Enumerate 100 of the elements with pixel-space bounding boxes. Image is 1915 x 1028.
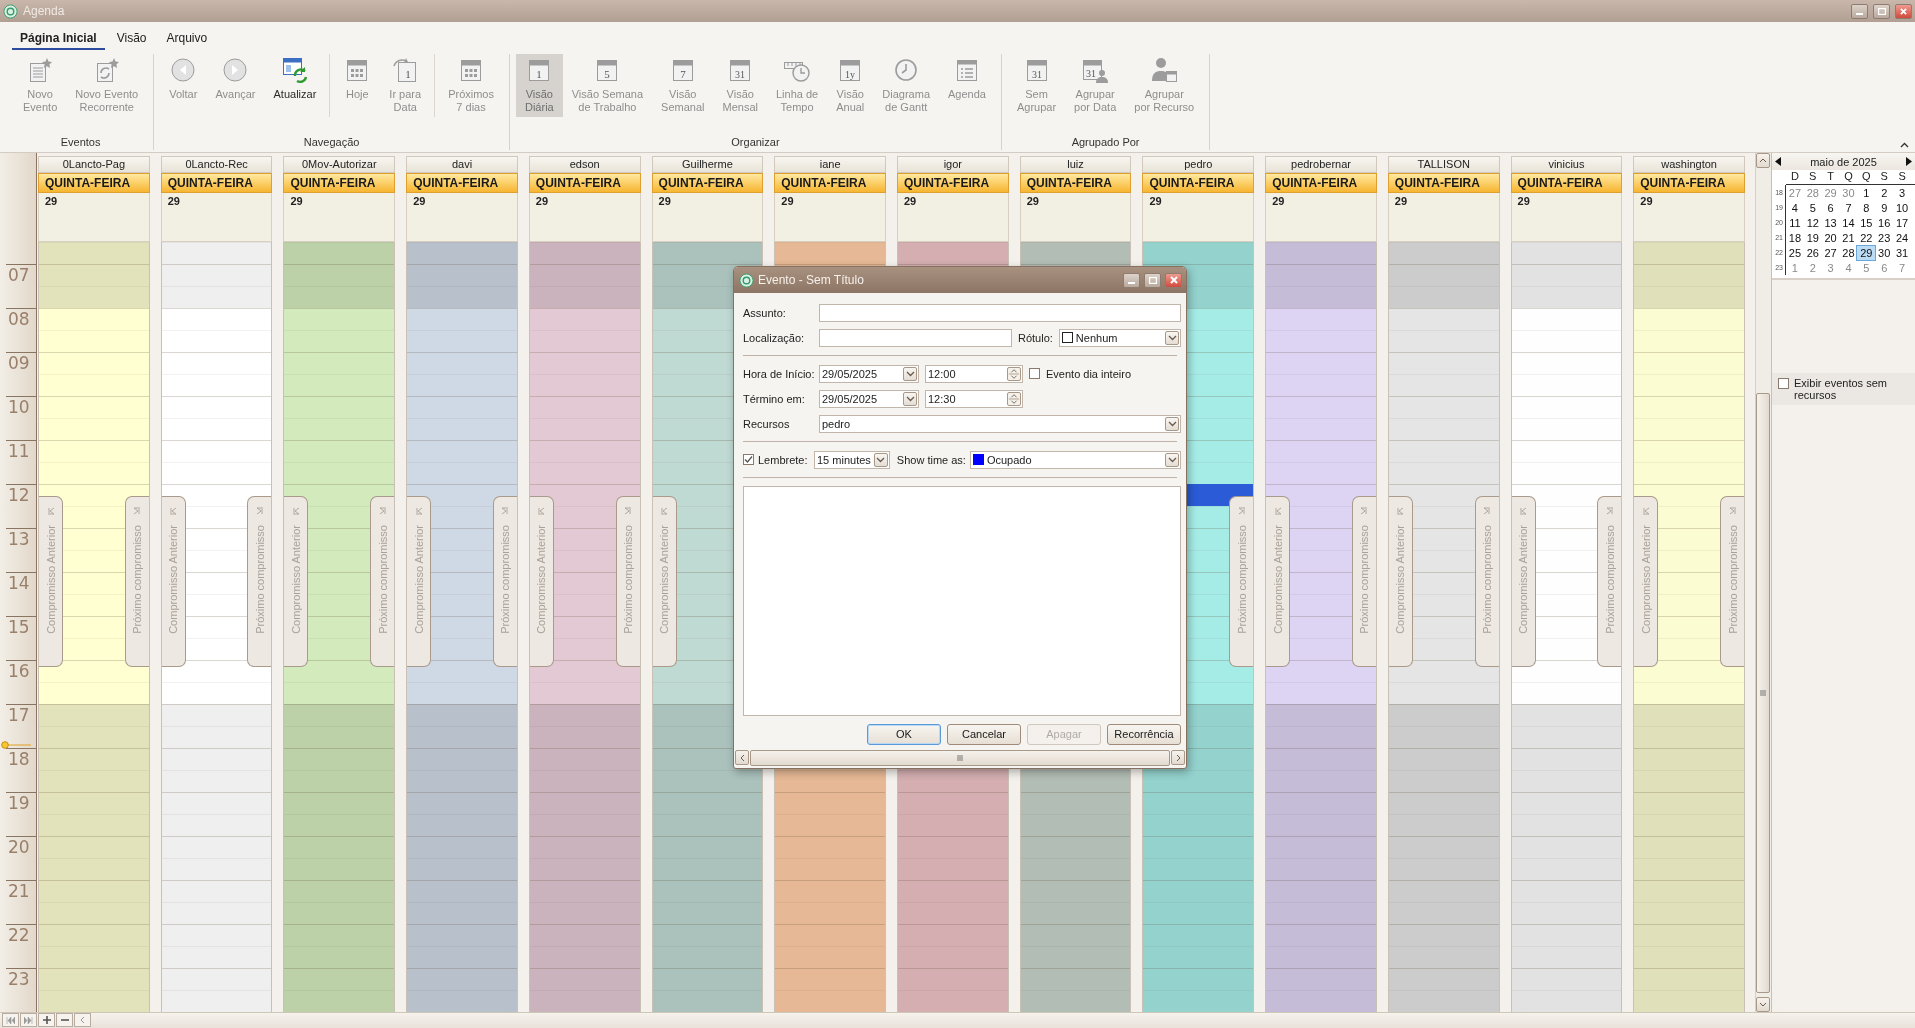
checkbox[interactable] (1778, 378, 1789, 389)
input-field[interactable] (819, 303, 1181, 322)
calendar-day[interactable]: 18 (1786, 230, 1804, 245)
calendar-day[interactable]: 17 (1893, 215, 1911, 230)
toolbar-button[interactable]: Atualizar (264, 54, 326, 104)
resource-header[interactable]: 0Lancto-Rec (160, 156, 273, 173)
resource-header[interactable]: Guilherme (651, 156, 764, 173)
last-page-button[interactable] (20, 1013, 37, 1027)
resource-header[interactable]: vinicius (1510, 156, 1623, 173)
close-button[interactable] (1165, 272, 1182, 288)
dropdown-button[interactable] (1165, 452, 1179, 467)
calendar-day[interactable]: 2 (1803, 260, 1822, 275)
dialog-button[interactable]: Recorrência (1107, 723, 1181, 745)
calendar-day[interactable]: 3 (1821, 260, 1840, 275)
resource-header[interactable]: 0Mov-Autorizar (283, 156, 396, 173)
calendar-day[interactable]: 23 (1875, 230, 1894, 245)
calendar-day[interactable]: 1 (1857, 185, 1876, 200)
calendar-day[interactable]: 16 (1875, 215, 1894, 230)
resource-header[interactable]: davi (406, 156, 518, 173)
first-page-button[interactable] (2, 1013, 19, 1027)
resource-header[interactable]: TALLISON (1387, 156, 1500, 173)
calendar-day[interactable]: 27 (1786, 185, 1804, 200)
ribbon-tab[interactable]: Visão (108, 31, 155, 50)
dropdown-button[interactable] (873, 452, 888, 467)
scroll-left-button[interactable] (735, 750, 749, 765)
calendar-day[interactable]: 2 (1875, 185, 1894, 200)
resource-header[interactable]: luiz (1019, 156, 1132, 173)
calendar-day[interactable]: 28 (1803, 185, 1822, 200)
resource-header[interactable]: iane (774, 156, 886, 173)
resource-header[interactable]: washington (1633, 156, 1745, 173)
input-field[interactable] (819, 328, 1012, 347)
next-month-icon[interactable] (1906, 157, 1912, 166)
dropdown-button[interactable] (903, 366, 917, 381)
date-field[interactable]: 29/05/2025 (819, 364, 919, 383)
calendar-day[interactable]: 7 (1893, 260, 1911, 275)
maximize-button[interactable] (1873, 3, 1890, 19)
calendar-day[interactable]: 22 (1857, 230, 1876, 245)
scroll-up-button[interactable] (1756, 153, 1770, 168)
resource-header[interactable]: igor (897, 156, 1009, 173)
calendar-day[interactable]: 21 (1839, 230, 1858, 245)
zoom-in-button[interactable] (38, 1013, 55, 1027)
calendar-day[interactable]: 7 (1839, 200, 1858, 215)
calendar-day[interactable]: 29 (1821, 185, 1840, 200)
scrollbar-thumb[interactable] (750, 750, 1170, 766)
calendar-day[interactable]: 5 (1803, 200, 1822, 215)
zoom-out-button[interactable] (56, 1013, 73, 1027)
spinner-icon[interactable] (1007, 391, 1021, 406)
scrollbar-thumb[interactable] (1756, 393, 1770, 993)
dropdown-field[interactable]: Nenhum (1058, 328, 1181, 347)
calendar-day[interactable]: 6 (1875, 260, 1894, 275)
collapse-ribbon-icon[interactable] (1900, 142, 1909, 148)
calendar-day[interactable]: 8 (1857, 200, 1876, 215)
notes-field[interactable] (743, 486, 1181, 716)
scroll-right-button[interactable] (1171, 750, 1185, 765)
calendar-day[interactable]: 30 (1839, 185, 1858, 200)
calendar-day[interactable]: 30 (1875, 245, 1894, 260)
resource-header[interactable]: pedrobernar (1265, 156, 1377, 173)
scroll-left-button[interactable] (74, 1013, 91, 1027)
calendar-day[interactable]: 13 (1821, 215, 1840, 230)
scroll-down-button[interactable] (1756, 997, 1770, 1012)
calendar-day[interactable]: 29 (1857, 245, 1876, 260)
checkbox[interactable] (743, 454, 754, 465)
calendar-day[interactable]: 19 (1803, 230, 1822, 245)
dropdown-button[interactable] (903, 391, 917, 406)
calendar-day[interactable]: 9 (1875, 200, 1894, 215)
calendar-day[interactable]: 25 (1786, 245, 1804, 260)
calendar-day[interactable]: 12 (1803, 215, 1822, 230)
resource-header[interactable]: pedro (1142, 156, 1255, 173)
calendar-day[interactable]: 6 (1821, 200, 1840, 215)
resource-header[interactable]: 0Lancto-Pag (38, 156, 150, 173)
calendar-day[interactable]: 3 (1893, 185, 1911, 200)
time-field[interactable]: 12:00 (925, 364, 1023, 383)
ribbon-tab[interactable]: Arquivo (158, 31, 216, 50)
time-field[interactable]: 12:30 (925, 389, 1023, 408)
ribbon-tab[interactable]: Página Inicial (12, 31, 105, 50)
dialog-button[interactable]: OK (867, 723, 941, 745)
spinner-icon[interactable] (1007, 366, 1021, 381)
close-button[interactable] (1895, 3, 1912, 19)
calendar-day[interactable]: 28 (1839, 245, 1858, 260)
calendar-day[interactable]: 11 (1786, 215, 1804, 230)
calendar-day[interactable]: 15 (1857, 215, 1876, 230)
previous-month-icon[interactable] (1775, 157, 1781, 166)
dropdown-field[interactable]: Ocupado (969, 450, 1181, 469)
dropdown-field[interactable]: 15 minutes (814, 450, 890, 469)
dialog-button[interactable]: Cancelar (947, 723, 1021, 745)
calendar-day[interactable]: 1 (1786, 260, 1804, 275)
minimize-button[interactable] (1851, 3, 1868, 19)
date-field[interactable]: 29/05/2025 (819, 389, 919, 408)
dropdown-button[interactable] (1165, 330, 1179, 345)
minimize-button[interactable] (1123, 272, 1140, 288)
calendar-day[interactable]: 14 (1839, 215, 1858, 230)
calendar-day[interactable]: 4 (1786, 200, 1804, 215)
resource-header[interactable]: edson (528, 156, 641, 173)
checkbox[interactable] (1029, 368, 1040, 379)
calendar-day[interactable]: 31 (1893, 245, 1911, 260)
dropdown-button[interactable] (1165, 416, 1179, 431)
calendar-day[interactable]: 20 (1821, 230, 1840, 245)
calendar-day[interactable]: 5 (1857, 260, 1876, 275)
calendar-day[interactable]: 10 (1893, 200, 1911, 215)
calendar-day[interactable]: 27 (1821, 245, 1840, 260)
